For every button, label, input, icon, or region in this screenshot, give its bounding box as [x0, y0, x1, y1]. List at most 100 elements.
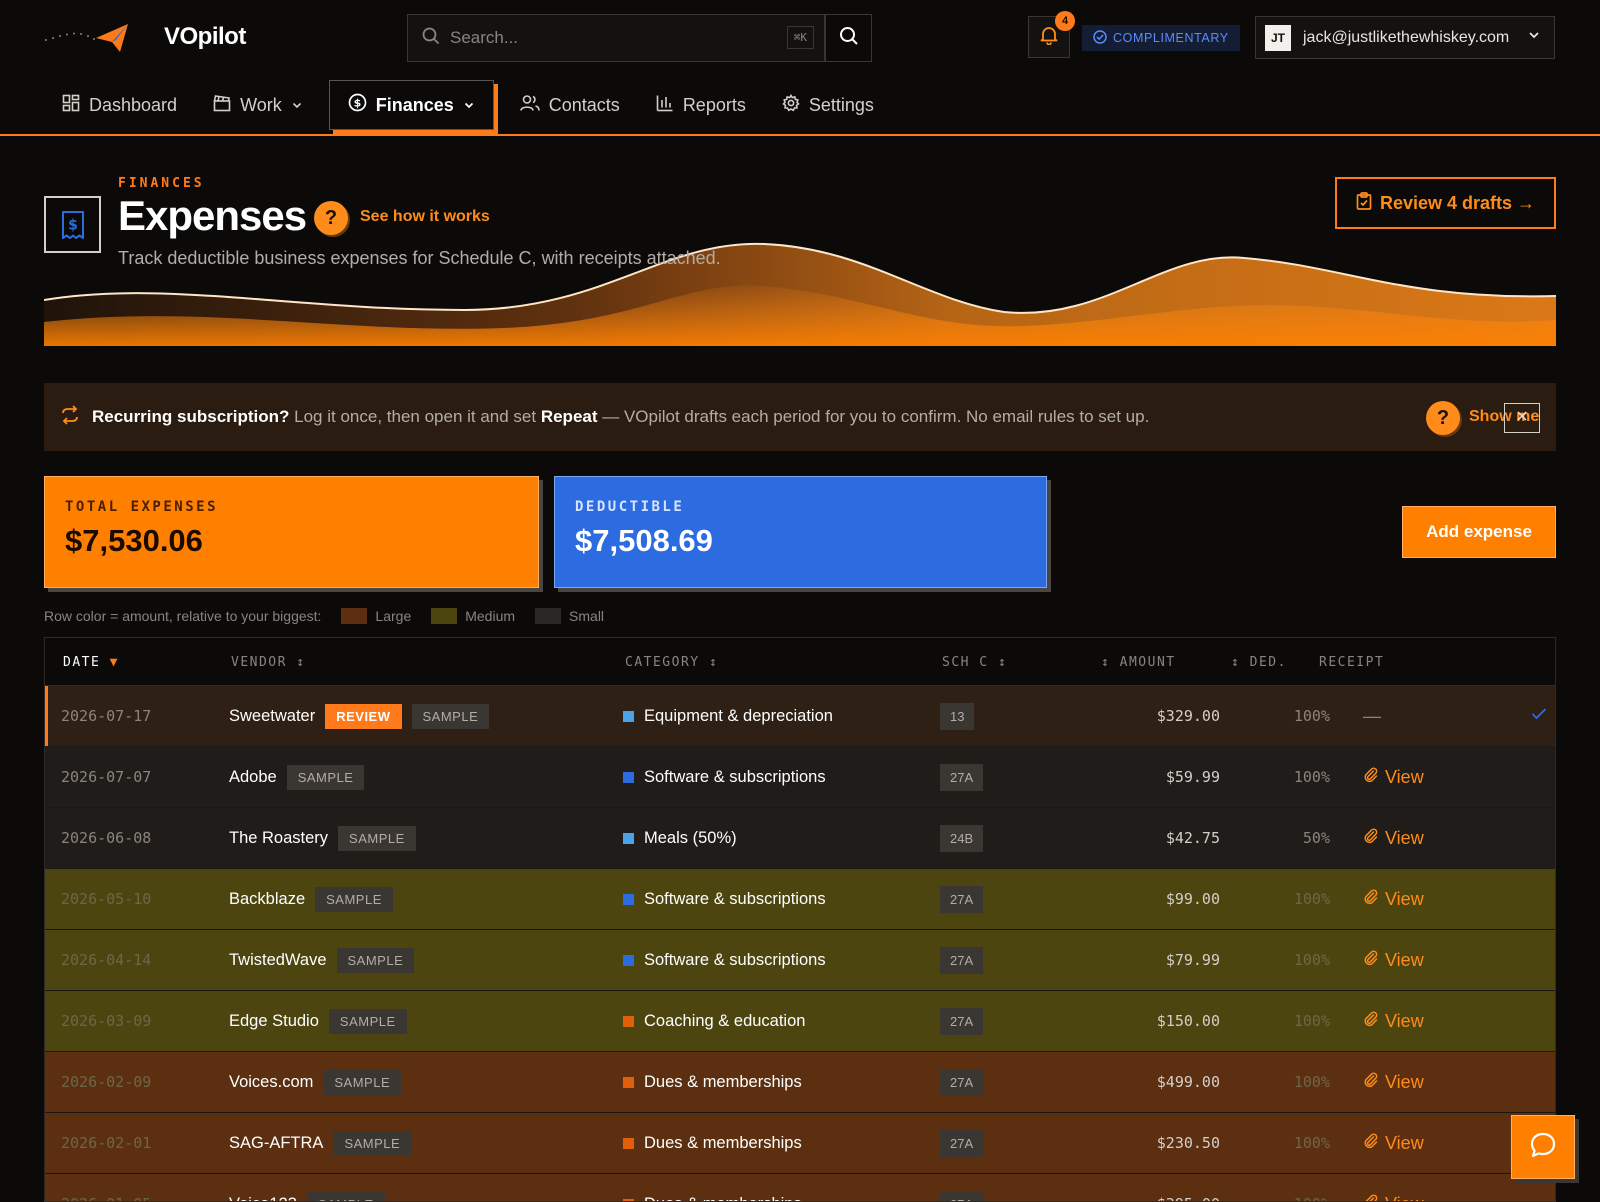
table-row[interactable]: 2026-07-07 Adobe SAMPLE Software & subscrip…: [45, 747, 1555, 808]
banner-message: Recurring subscription? Log it once, the…: [92, 407, 1150, 426]
table-row[interactable]: 2026-04-14 TwistedWave SAMPLE Software & su…: [45, 930, 1555, 991]
nav-work-label: Work: [240, 94, 282, 115]
app-logo[interactable]: VOpilot: [44, 18, 246, 56]
nav-reports[interactable]: Reports: [638, 80, 764, 130]
category-name: Software & subscriptions: [644, 767, 826, 786]
review-badge[interactable]: REVIEW: [325, 703, 402, 729]
deductible-value: $7,508.69: [575, 523, 713, 558]
app-name: VOpilot: [164, 23, 246, 50]
expense-date: 2026-05-10: [61, 890, 152, 908]
view-receipt-link[interactable]: View: [1385, 1072, 1424, 1093]
receipt-cell: View: [1363, 930, 1424, 990]
vendor-name: TwistedWave: [229, 950, 327, 969]
schc-line-badge: 24B: [940, 824, 984, 852]
nav-settings-label: Settings: [808, 94, 874, 115]
column-category-header[interactable]: CATEGORY ↕: [625, 655, 718, 670]
expense-date: 2026-01-05: [61, 1174, 151, 1201]
plan-label: COMPLIMENTARY: [1113, 31, 1229, 45]
column-date-header[interactable]: DATE ▼: [63, 655, 119, 670]
checkmark-icon: [1531, 707, 1547, 726]
category-cell: Dues & memberships: [623, 1174, 802, 1201]
table-row[interactable]: 2026-06-08 The Roastery SAMPLE Meals (50%) 2…: [45, 808, 1555, 869]
total-expenses-label: TOTAL EXPENSES: [65, 499, 219, 515]
total-expenses-card: TOTAL EXPENSES $7,530.06: [44, 476, 539, 588]
row-color-legend: Row color = amount, relative to your big…: [44, 608, 604, 624]
column-ded-header[interactable]: ↕ DED.: [1231, 655, 1287, 670]
sort-icon: ↕: [1231, 655, 1241, 670]
expense-amount: $150.00: [1156, 1012, 1220, 1030]
table-row[interactable]: 2026-05-10 Backblaze SAMPLE Software & subs…: [45, 869, 1555, 930]
table-row[interactable]: 2026-02-01 SAG-AFTRA SAMPLE Dues & membersh…: [45, 1113, 1555, 1174]
search-box: ⌘K: [407, 14, 825, 62]
nav-contacts[interactable]: Contacts: [502, 80, 638, 130]
schc-line-badge: 27A: [940, 763, 984, 791]
account-menu[interactable]: JT jack@justlikethewhiskey.com: [1255, 16, 1555, 59]
view-receipt-link[interactable]: View: [1385, 1194, 1424, 1202]
view-receipt-link[interactable]: View: [1385, 1011, 1424, 1032]
vendor-cell: Adobe SAMPLE: [229, 747, 365, 807]
nav-settings[interactable]: Settings: [764, 80, 892, 130]
expense-date: 2026-06-08: [61, 829, 152, 847]
search-button[interactable]: [825, 14, 872, 62]
paperclip-icon: [1363, 1193, 1379, 1201]
help-icon[interactable]: ?: [1426, 401, 1460, 435]
table-row[interactable]: 2026-01-05 Voice123 SAMPLE Dues & membershi…: [45, 1174, 1555, 1202]
category-color-swatch: [623, 954, 634, 966]
bell-icon: [1039, 25, 1059, 50]
category-color-swatch: [623, 1137, 634, 1149]
vendor-cell: Sweetwater REVIEW SAMPLE: [229, 686, 490, 746]
nav-dashboard[interactable]: Dashboard: [44, 80, 195, 130]
sort-icon: ↕: [1101, 655, 1111, 670]
see-how-it-works-link[interactable]: See how it works: [360, 208, 490, 226]
deductible-percent: 100%: [1293, 707, 1330, 725]
main-nav: Dashboard Work $ Finances Contacts Repor…: [44, 76, 892, 134]
table-row[interactable]: 2026-07-17 Sweetwater REVIEW SAMPLE Equipmen…: [45, 686, 1555, 747]
category-cell: Coaching & education: [623, 991, 805, 1051]
schc-cell: 27A: [940, 991, 984, 1051]
category-color-swatch: [623, 1015, 634, 1027]
schc-cell: 24B: [940, 808, 984, 868]
close-banner-button[interactable]: [1504, 403, 1540, 433]
receipt-cell: View: [1363, 1174, 1424, 1202]
sample-badge: SAMPLE: [315, 886, 393, 912]
column-vendor-header[interactable]: VENDOR ↕: [231, 655, 306, 670]
view-receipt-link[interactable]: View: [1385, 828, 1424, 849]
view-receipt-link[interactable]: View: [1385, 889, 1424, 910]
deductible-percent: 50%: [1302, 829, 1330, 847]
view-receipt-link[interactable]: View: [1385, 950, 1424, 971]
view-receipt-link[interactable]: View: [1385, 1133, 1424, 1154]
deductible-label: DEDUCTIBLE: [575, 499, 685, 515]
column-amount-header[interactable]: ↕ AMOUNT: [1101, 655, 1176, 670]
no-receipt: —: [1363, 705, 1381, 726]
sample-badge: SAMPLE: [333, 1130, 412, 1156]
view-receipt-link[interactable]: View: [1385, 767, 1424, 788]
add-expense-button[interactable]: Add expense: [1402, 506, 1556, 558]
category-cell: Meals (50%): [623, 808, 737, 868]
chat-button[interactable]: [1511, 1115, 1575, 1179]
deductible-percent: 100%: [1293, 1012, 1330, 1030]
repeat-icon: [60, 404, 80, 430]
dashboard-icon: [62, 94, 80, 117]
expense-amount: $499.00: [1156, 1073, 1220, 1091]
column-schc-header[interactable]: SCH C ↕: [942, 655, 1007, 670]
expense-amount: $395.00: [1045, 1174, 1220, 1201]
schc-line-badge: 27A: [940, 885, 984, 913]
check-circle-icon: [1093, 29, 1107, 47]
table-row[interactable]: 2026-02-09 Voices.com SAMPLE Dues & members…: [45, 1052, 1555, 1113]
table-body: 2026-07-17 Sweetwater REVIEW SAMPLE Equipmen…: [45, 686, 1555, 1202]
nav-work[interactable]: Work: [195, 80, 321, 130]
review-drafts-button[interactable]: Review 4 drafts →: [1335, 177, 1556, 229]
table-row[interactable]: 2026-03-09 Edge Studio SAMPLE Coaching & ed…: [45, 991, 1555, 1052]
vendor-cell: The Roastery SAMPLE: [229, 808, 416, 868]
legend-swatch-small: [535, 608, 562, 624]
search-input[interactable]: [450, 28, 770, 48]
sort-desc-icon: ▼: [109, 655, 119, 670]
sort-icon: ↕: [997, 655, 1008, 670]
nav-finances[interactable]: $ Finances: [328, 80, 494, 130]
paperclip-icon: [1363, 827, 1379, 849]
confirm-check-button[interactable]: [1531, 686, 1547, 746]
schc-line-badge: 27A: [940, 1190, 984, 1201]
legend-swatch-large: [341, 608, 368, 624]
gear-icon: [782, 93, 800, 117]
sample-badge: SAMPLE: [323, 1069, 402, 1095]
